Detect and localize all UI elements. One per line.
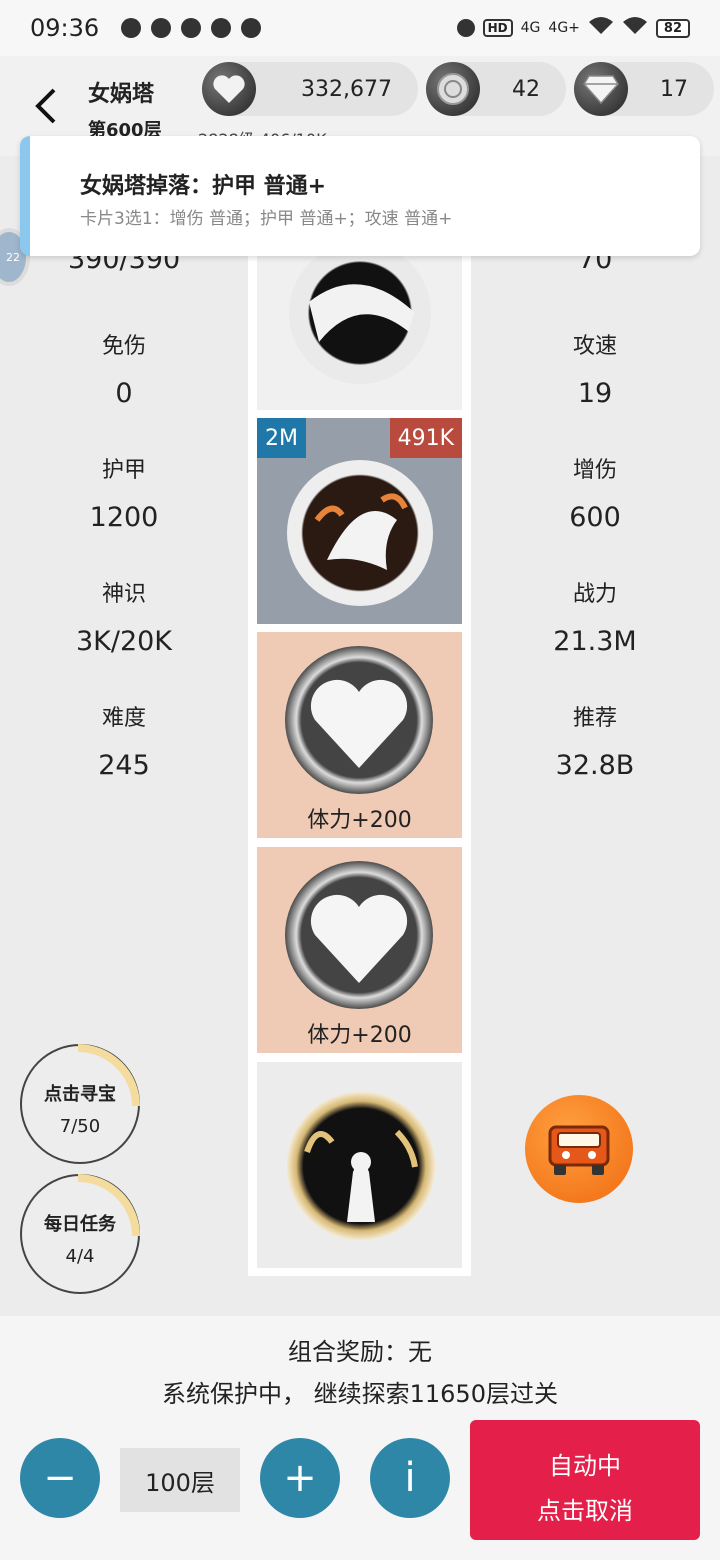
page-title: 女娲塔 (88, 82, 155, 107)
card-tag-left: 2M (257, 418, 306, 458)
toast-detail: 卡片3选1：增伤 普通；护甲 普通+；攻速 普通+ (80, 209, 453, 229)
status-system-icons: HD 4G 4G+ 82 (456, 16, 690, 40)
chat-icon (151, 18, 172, 38)
stat-label: 攻速 (572, 334, 617, 359)
auto-cancel-button[interactable]: 自动中 点击取消 (470, 1420, 700, 1540)
stat-attack-speed: 攻速 19 (495, 328, 695, 409)
stat-value: 0 (115, 378, 133, 409)
plus-icon: + (283, 1455, 317, 1501)
info-icon: i (404, 1455, 416, 1501)
card-column: 2M 491K 体力+200 体力+200 (248, 242, 471, 1276)
stat-value: 19 (577, 378, 613, 409)
progress-arc (78, 1044, 140, 1106)
resource-stamina[interactable]: 332,677 (202, 62, 418, 116)
stat-label: 神识 (101, 582, 146, 607)
heart-icon (202, 62, 256, 116)
status-notification-icons (121, 18, 262, 38)
auto-cancel-text: 点击取消 (537, 1497, 633, 1525)
signal-4g-icon: 4G (520, 20, 541, 36)
chevron-left-icon (35, 88, 56, 124)
phoenix-medal-icon (287, 460, 433, 606)
increase-floor-button[interactable]: + (260, 1438, 340, 1518)
combo-reward-text: 组合奖励：无 (288, 1338, 432, 1366)
stat-label: 推荐 (572, 706, 617, 731)
wifi-icon (588, 16, 614, 40)
card-character[interactable] (257, 1062, 462, 1268)
stat-spirit: 神识 3K/20K (24, 576, 224, 657)
mobile-icon (241, 18, 262, 38)
auto-status-text: 自动中 (549, 1452, 621, 1480)
resource-value: 332,677 (301, 76, 392, 102)
truck-icon (548, 1125, 610, 1175)
card-caption: 体力+200 (307, 1023, 412, 1048)
status-time: 09:36 (30, 14, 100, 42)
stat-damage-boost: 增伤 600 (495, 452, 695, 533)
resource-value: 42 (512, 76, 540, 102)
progress-arc (78, 1174, 140, 1236)
protection-text: 系统保护中， 继续探索11650层过关 (162, 1380, 558, 1408)
drop-toast[interactable]: 女娲塔掉落：护甲 普通+ 卡片3选1：增伤 普通；护甲 普通+；攻速 普通+ (20, 136, 700, 256)
stat-value: 600 (569, 502, 621, 533)
stat-value: 3K/20K (75, 626, 173, 657)
card-caption: 体力+200 (307, 808, 412, 833)
stat-damage-reduction: 免伤 0 (24, 328, 224, 409)
stat-label: 免伤 (101, 334, 146, 359)
minus-icon: − (43, 1455, 77, 1501)
card-stamina-2[interactable]: 体力+200 (257, 847, 462, 1053)
diamond-icon (574, 62, 628, 116)
stat-label: 护甲 (101, 458, 146, 483)
wifi2-icon (622, 16, 648, 40)
card-stamina-1[interactable]: 体力+200 (257, 632, 462, 838)
bottom-panel: 组合奖励：无 系统保护中， 继续探索11650层过关 − 100层 + i 自动… (0, 1316, 720, 1560)
card-tag-right: 491K (389, 418, 462, 458)
stat-label: 战力 (572, 582, 617, 607)
card-boss[interactable] (257, 242, 462, 410)
coin-icon (426, 62, 480, 116)
stat-recommended: 推荐 32.8B (495, 700, 695, 781)
stat-value: 21.3M (553, 626, 637, 657)
battery-icon: 82 (655, 18, 690, 38)
floor-step-value: 100层 (120, 1448, 240, 1512)
signal-4gplus-icon: 4G+ (548, 20, 580, 36)
stat-value: 1200 (89, 502, 159, 533)
car-icon (211, 18, 232, 38)
hd-icon: HD (482, 19, 513, 37)
boss-medal-icon (289, 242, 431, 384)
stat-value: 32.8B (555, 750, 635, 781)
resource-value: 17 (660, 76, 688, 102)
character-medal-icon (287, 1092, 435, 1240)
card-phoenix[interactable]: 2M 491K (257, 418, 462, 624)
decrease-floor-button[interactable]: − (20, 1438, 100, 1518)
resource-diamond[interactable]: 17 (574, 62, 714, 116)
heart-medal-icon (285, 646, 433, 794)
stat-label: 难度 (101, 706, 146, 731)
stat-value: 245 (98, 750, 150, 781)
button-count: 7/50 (59, 1116, 101, 1137)
daily-task-button[interactable]: 每日任务 4/4 (20, 1174, 140, 1294)
headphones-icon (456, 19, 475, 37)
info-button[interactable]: i (370, 1438, 450, 1518)
stat-difficulty: 难度 245 (24, 700, 224, 781)
treasure-hunt-button[interactable]: 点击寻宝 7/50 (20, 1044, 140, 1164)
wechat-icon (181, 18, 202, 38)
stat-power: 战力 21.3M (495, 576, 695, 657)
toast-title: 女娲塔掉落：护甲 普通+ (80, 174, 327, 199)
resource-coin[interactable]: 42 (426, 62, 566, 116)
tv-icon (121, 18, 142, 38)
back-button[interactable] (30, 86, 60, 126)
truck-button[interactable] (525, 1095, 633, 1203)
stat-armor: 护甲 1200 (24, 452, 224, 533)
heart-medal-icon (285, 861, 433, 1009)
button-count: 4/4 (65, 1246, 95, 1267)
status-bar: 09:36 HD 4G 4G+ 82 (0, 0, 720, 56)
stat-label: 增伤 (572, 458, 617, 483)
